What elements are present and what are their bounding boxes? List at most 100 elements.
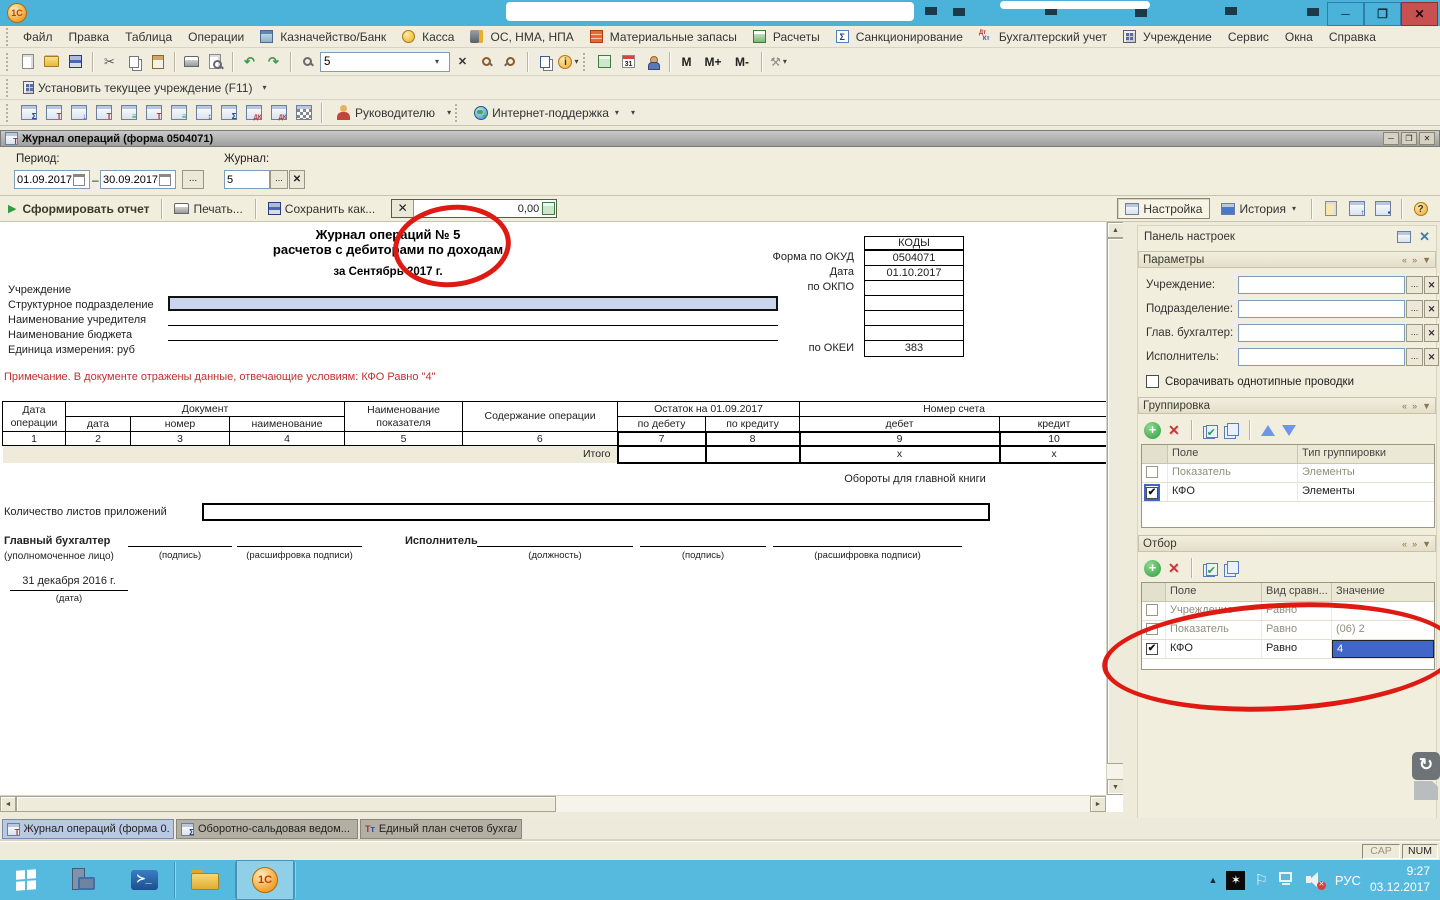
menu-accounting[interactable]: ДтКтБухгалтерский учет (971, 26, 1115, 47)
filter-row[interactable]: Учреждение Равно (1142, 602, 1434, 621)
checkered-report-button[interactable] (292, 101, 315, 124)
menu-settlements[interactable]: Расчеты (745, 26, 828, 47)
param-chief-more-button[interactable]: ... (1406, 324, 1423, 342)
panel-properties-icon[interactable] (1397, 231, 1411, 243)
journal-clear-button[interactable]: ✕ (289, 170, 305, 189)
toolbar-grip-4[interactable] (6, 104, 11, 122)
table-sum-button[interactable]: Σ (217, 101, 240, 124)
memory-minus-button[interactable]: M- (728, 50, 756, 73)
params-section-header[interactable]: Параметры «»▼ (1138, 251, 1436, 268)
menu-windows[interactable]: Окна (1277, 26, 1321, 47)
doc-t-button[interactable]: Т (142, 101, 165, 124)
load-settings-button[interactable]: ↑ (1345, 197, 1368, 220)
menu-grip[interactable] (6, 28, 11, 46)
menu-operations[interactable]: Операции (180, 26, 252, 47)
section-collapse-left-icon[interactable]: « (1402, 401, 1407, 411)
filter-delete-button[interactable]: ✕ (1168, 560, 1180, 577)
horizontal-scroll-thumb[interactable] (16, 796, 556, 812)
zoom-out-button[interactable] (499, 50, 522, 73)
period-to-input[interactable] (101, 174, 159, 186)
param-subdivision-more-button[interactable]: ... (1406, 300, 1423, 318)
report-t-button[interactable]: Т (42, 101, 65, 124)
sheets-input-box[interactable] (202, 503, 990, 521)
menu-authorization[interactable]: ΣСанкционирование (828, 26, 971, 47)
minimize-button[interactable]: ─ (1327, 2, 1364, 26)
user-list-button[interactable]: ≡ (117, 101, 140, 124)
clear-search-button[interactable]: ✕ (451, 50, 474, 73)
section-collapse-left-icon[interactable]: « (1402, 255, 1407, 265)
dk-report-button[interactable]: ДК (242, 101, 265, 124)
grouping-move-down-button[interactable] (1282, 425, 1296, 436)
filter-check-all-icon[interactable] (1203, 561, 1217, 575)
param-chief-input[interactable] (1238, 324, 1405, 342)
grouping-move-up-button[interactable] (1261, 425, 1275, 436)
zoom-in-button[interactable] (475, 50, 498, 73)
save-as-button[interactable]: Сохранить как... (260, 198, 383, 219)
journal-more-button[interactable]: ... (270, 170, 288, 189)
scroll-up-button[interactable]: ▲ (1107, 222, 1123, 238)
filter-row-checkbox[interactable] (1146, 623, 1158, 635)
info-button[interactable]: i▾ (557, 50, 580, 73)
toolbar-grip-3[interactable] (6, 79, 11, 97)
report-window-titlebar[interactable]: Т Журнал операций (форма 0504071) ─ ❐ ✕ (0, 130, 1440, 147)
filter-section-header[interactable]: Отбор «»▼ (1138, 535, 1436, 552)
param-subdivision-clear-button[interactable]: ✕ (1424, 300, 1439, 318)
scroll-right-button[interactable]: ► (1090, 796, 1106, 812)
section-collapse-icon[interactable]: ▼ (1422, 255, 1431, 265)
calendar-button[interactable]: 31 (617, 50, 640, 73)
menu-file[interactable]: Файл (15, 26, 61, 47)
param-subdivision-input[interactable] (1238, 300, 1405, 318)
1c-app-button[interactable]: 1С (236, 860, 294, 900)
subdivision-field[interactable] (168, 296, 778, 311)
internet-dropdown-icon[interactable]: ▾ (631, 108, 635, 117)
open-button[interactable] (40, 50, 63, 73)
copy-button[interactable] (122, 50, 145, 73)
window-copy-button[interactable] (533, 50, 556, 73)
save-settings-button[interactable]: ▪ (1371, 197, 1394, 220)
journal-input[interactable] (225, 174, 267, 186)
filter-add-button[interactable]: + (1144, 560, 1161, 577)
section-expand-right-icon[interactable]: » (1412, 401, 1417, 411)
tab-journal[interactable]: Т Журнал операций (форма 0... (2, 819, 174, 839)
help-button[interactable]: ? (1409, 197, 1432, 220)
tab-balance-sheet[interactable]: Σ Оборотно-сальдовая ведом... (176, 819, 358, 839)
menu-cash[interactable]: Касса (394, 26, 462, 47)
clock[interactable]: 9:27 03.12.2017 (1370, 864, 1430, 895)
menu-treasury-bank[interactable]: Казначейство/Банк (252, 26, 394, 47)
generate-report-button[interactable]: Сформировать отчет (21, 198, 157, 219)
dk-doc-button[interactable]: ДК (267, 101, 290, 124)
tray-pinwheel-icon[interactable]: ✶ (1226, 871, 1245, 890)
grouping-add-button[interactable]: + (1144, 422, 1161, 439)
section-expand-right-icon[interactable]: » (1412, 539, 1417, 549)
tools-button[interactable]: ▾ (767, 50, 790, 73)
param-executor-clear-button[interactable]: ✕ (1424, 348, 1439, 366)
toolbar-grip[interactable] (6, 53, 11, 71)
search-dropdown-icon[interactable]: ▾ (435, 57, 439, 66)
child-restore-button[interactable]: ❐ (1401, 132, 1417, 145)
print-button[interactable] (180, 50, 203, 73)
period-from-input[interactable] (15, 174, 73, 186)
filter-kfo-value-cell[interactable]: 4 (1332, 640, 1434, 658)
toolbar-grip-2[interactable] (583, 53, 588, 71)
grouping-row-checkbox[interactable] (1146, 466, 1158, 478)
section-collapse-icon[interactable]: ▼ (1422, 401, 1431, 411)
user-report-button[interactable]: Т (92, 101, 115, 124)
tray-flag-icon[interactable]: ⚐ (1254, 871, 1267, 889)
tray-expand-icon[interactable]: ▲ (1209, 875, 1218, 885)
grouping-check-all-icon[interactable] (1203, 423, 1217, 437)
horizontal-scrollbar[interactable]: ◄ ► (0, 795, 1106, 812)
section-collapse-icon[interactable]: ▼ (1422, 539, 1431, 549)
param-institution-more-button[interactable]: ... (1406, 276, 1423, 294)
calculator-button[interactable] (593, 50, 616, 73)
cut-button[interactable] (98, 50, 121, 73)
tab-chart-of-accounts[interactable]: Тт Единый план счетов бухгал... (360, 819, 522, 839)
save-button[interactable] (64, 50, 87, 73)
report-arrow-button[interactable]: ↓ (67, 101, 90, 124)
start-button[interactable] (0, 860, 52, 900)
filter-uncheck-all-icon[interactable] (1224, 561, 1238, 575)
period-from-calendar-icon[interactable] (73, 174, 85, 186)
internet-support-button[interactable]: Интернет-поддержка▾ (466, 102, 627, 123)
param-institution-clear-button[interactable]: ✕ (1424, 276, 1439, 294)
set-institution-button[interactable]: Установить текущее учреждение (F11) (15, 77, 260, 98)
memory-plus-button[interactable]: M+ (699, 50, 727, 73)
